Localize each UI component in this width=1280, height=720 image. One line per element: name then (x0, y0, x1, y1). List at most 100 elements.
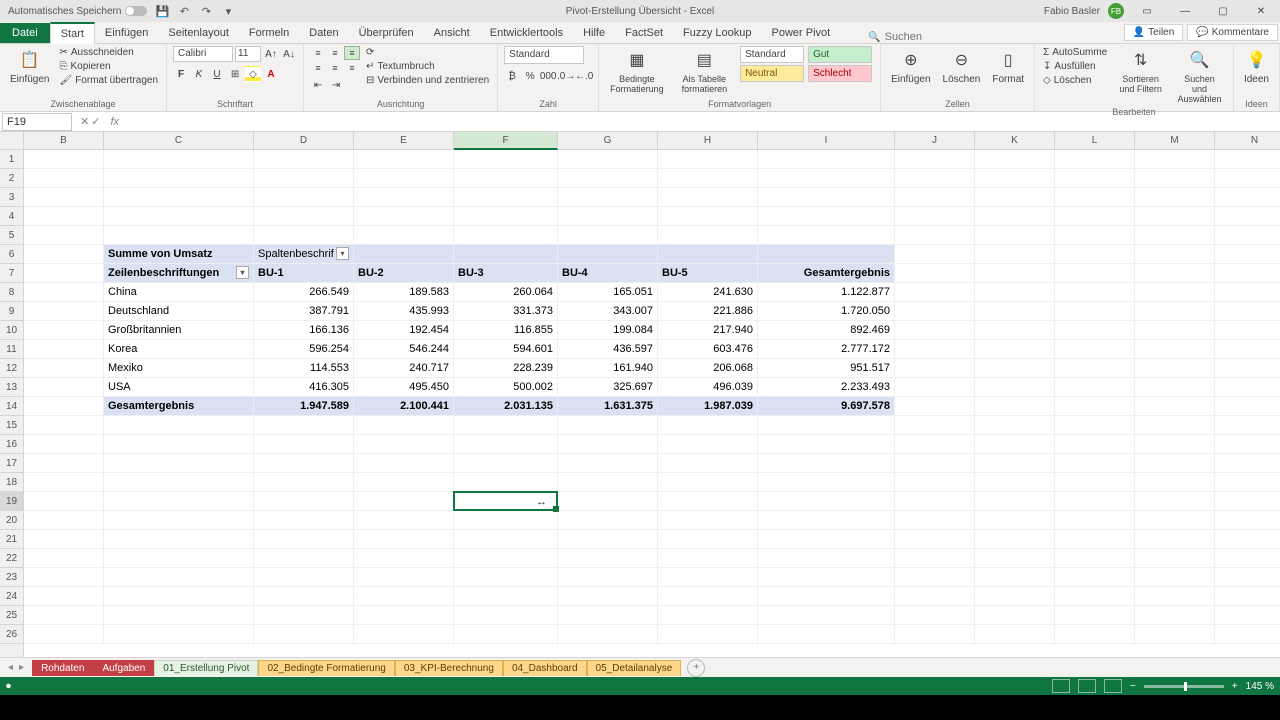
cell[interactable] (354, 530, 454, 549)
cell[interactable] (1055, 397, 1135, 416)
row-header-12[interactable]: 12 (0, 359, 23, 378)
cell[interactable] (24, 359, 104, 378)
cell[interactable] (104, 473, 254, 492)
row-header-5[interactable]: 5 (0, 226, 23, 245)
bold-button[interactable]: F (173, 66, 189, 82)
cell[interactable]: 221.886 (658, 302, 758, 321)
col-header-F[interactable]: F (454, 132, 558, 150)
cell[interactable] (895, 378, 975, 397)
cell[interactable]: 594.601 (454, 340, 558, 359)
cell[interactable] (975, 359, 1055, 378)
cell[interactable] (354, 606, 454, 625)
cell[interactable] (24, 226, 104, 245)
cell[interactable] (454, 169, 558, 188)
tab-start[interactable]: Start (50, 22, 95, 44)
cell[interactable]: 9.697.578 (758, 397, 895, 416)
cell[interactable] (758, 530, 895, 549)
fill-button[interactable]: ↧Ausfüllen (1041, 60, 1109, 73)
sheet-tab-pivot[interactable]: 01_Erstellung Pivot (154, 660, 258, 676)
cell[interactable] (895, 150, 975, 169)
cell[interactable] (1135, 587, 1215, 606)
row-header-10[interactable]: 10 (0, 321, 23, 340)
cell[interactable] (24, 454, 104, 473)
cell[interactable] (104, 587, 254, 606)
record-macro-icon[interactable]: ⏺ (6, 681, 11, 692)
col-header-E[interactable]: E (354, 132, 454, 150)
cell[interactable] (895, 530, 975, 549)
cell[interactable] (24, 188, 104, 207)
cell[interactable] (454, 530, 558, 549)
cell[interactable] (895, 549, 975, 568)
percent-icon[interactable]: % (522, 68, 538, 84)
cell[interactable] (24, 397, 104, 416)
cell[interactable]: BU-5 (658, 264, 758, 283)
cell[interactable] (1215, 606, 1280, 625)
cell[interactable] (1215, 625, 1280, 644)
cell[interactable]: 435.993 (354, 302, 454, 321)
cell[interactable] (1215, 188, 1280, 207)
cell[interactable] (24, 264, 104, 283)
cell[interactable] (975, 226, 1055, 245)
cell[interactable] (254, 587, 354, 606)
cell[interactable]: BU-2 (354, 264, 454, 283)
cell[interactable] (104, 606, 254, 625)
cell[interactable] (758, 188, 895, 207)
cell[interactable]: 495.450 (354, 378, 454, 397)
cell[interactable] (254, 492, 354, 511)
cell[interactable] (895, 340, 975, 359)
cell[interactable]: Summe von Umsatz (104, 245, 254, 264)
tab-formeln[interactable]: Formeln (239, 23, 299, 43)
format-cells-button[interactable]: ▯Format (988, 46, 1028, 87)
thousands-icon[interactable]: 000 (540, 68, 556, 84)
cell[interactable] (1135, 359, 1215, 378)
sheet-nav-first-icon[interactable]: ◂ (8, 662, 13, 673)
italic-button[interactable]: K (191, 66, 207, 82)
cell[interactable] (895, 568, 975, 587)
cell[interactable] (758, 587, 895, 606)
decimal-inc-icon[interactable]: .0→ (558, 68, 574, 84)
cell[interactable] (454, 245, 558, 264)
cell[interactable] (558, 511, 658, 530)
cell[interactable] (1215, 150, 1280, 169)
cell[interactable] (658, 568, 758, 587)
cell[interactable] (1215, 378, 1280, 397)
cell[interactable] (454, 435, 558, 454)
sheet-nav-last-icon[interactable]: ▸ (19, 662, 24, 673)
cell[interactable] (658, 587, 758, 606)
cell[interactable] (895, 245, 975, 264)
cell[interactable] (354, 492, 454, 511)
cell[interactable] (24, 625, 104, 644)
cell[interactable] (354, 454, 454, 473)
cell[interactable] (24, 606, 104, 625)
conditional-format-button[interactable]: ▦Bedingte Formatierung (605, 46, 668, 96)
cell[interactable] (104, 207, 254, 226)
cell[interactable] (454, 150, 558, 169)
cell[interactable] (24, 435, 104, 454)
cell[interactable] (24, 511, 104, 530)
col-header-H[interactable]: H (658, 132, 758, 150)
cell[interactable] (1055, 454, 1135, 473)
cell[interactable]: 343.007 (558, 302, 658, 321)
cell[interactable]: Zeilenbeschriftungen▾ (104, 264, 254, 283)
cell[interactable]: 387.791 (254, 302, 354, 321)
cell[interactable] (1055, 283, 1135, 302)
cell[interactable]: 500.002 (454, 378, 558, 397)
cell[interactable] (975, 321, 1055, 340)
cell[interactable] (104, 188, 254, 207)
cell[interactable] (1135, 530, 1215, 549)
cell[interactable] (1055, 606, 1135, 625)
cell[interactable] (975, 530, 1055, 549)
cell[interactable] (104, 169, 254, 188)
cell[interactable] (895, 264, 975, 283)
cell[interactable] (895, 169, 975, 188)
cell[interactable] (758, 568, 895, 587)
cell[interactable] (1135, 625, 1215, 644)
cells-area[interactable]: Summe von UmsatzSpaltenbeschrif▾Zeilenbe… (24, 150, 1280, 657)
cell[interactable]: 1.631.375 (558, 397, 658, 416)
row-header-2[interactable]: 2 (0, 169, 23, 188)
cell[interactable] (1215, 245, 1280, 264)
cell[interactable]: 331.373 (454, 302, 558, 321)
cell[interactable] (354, 207, 454, 226)
cell[interactable]: Gesamtergebnis (758, 264, 895, 283)
save-icon[interactable]: 💾 (155, 4, 169, 18)
